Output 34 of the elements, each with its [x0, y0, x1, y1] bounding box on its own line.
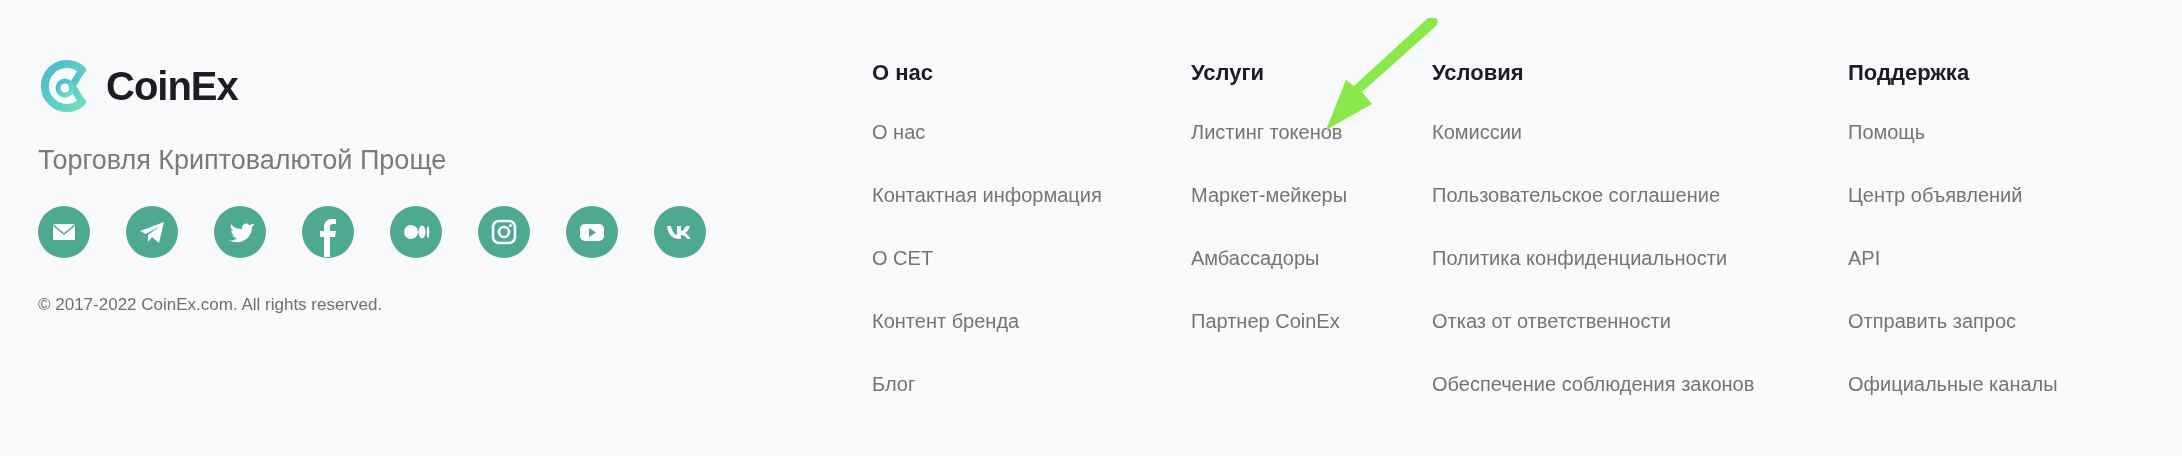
mail-icon[interactable] [38, 205, 90, 258]
footer-link[interactable]: Контент бренда [872, 307, 1020, 335]
footer-link[interactable]: Пользовательское соглашение [1432, 181, 1721, 209]
footer-link[interactable]: Маркет-мейкеры [1191, 181, 1348, 209]
tagline: Торговля Криптовалютой Проще [38, 144, 448, 177]
copyright-text: © 2017-2022 CoinEx.com. All rights reserved. [38, 293, 384, 316]
paper-plane-icon[interactable] [126, 205, 178, 258]
footer-link[interactable]: Отказ от ответственности [1432, 307, 1671, 335]
footer-link[interactable]: Официальные каналы [1848, 370, 2058, 398]
play-icon[interactable] [566, 205, 618, 258]
footer-link[interactable]: Контактная информация [872, 181, 1102, 209]
footer-link[interactable]: Центр объявлений [1848, 181, 2023, 209]
footer-link[interactable]: API [1848, 244, 1881, 272]
footer-link[interactable]: Амбассадоры [1191, 244, 1320, 272]
footer-link[interactable]: Помощь [1848, 118, 1926, 146]
footer-link[interactable]: О CET [872, 244, 934, 272]
footer-link[interactable]: О нас [872, 118, 926, 146]
footer-link[interactable]: Листинг токенов [1191, 118, 1343, 146]
medium-icon[interactable] [390, 205, 442, 258]
vk-icon[interactable] [654, 205, 706, 258]
camera-icon[interactable] [478, 205, 530, 258]
column-heading: О нас [872, 59, 933, 87]
footer-link[interactable]: Политика конфиденциальности [1432, 244, 1728, 272]
footer-link[interactable]: Отправить запрос [1848, 307, 2017, 335]
footer-link[interactable]: Партнер CoinEx [1191, 307, 1340, 335]
footer-link[interactable]: Комиссии [1432, 118, 1523, 146]
facebook-icon[interactable] [302, 205, 354, 258]
column-heading: Услуги [1191, 59, 1265, 87]
logo-text: CoinEx [106, 66, 238, 106]
column-heading: Условия [1432, 59, 1524, 87]
bird-icon[interactable] [214, 205, 266, 258]
column-heading: Поддержка [1848, 59, 1970, 87]
footer-link[interactable]: Обеспечение соблюдения законов [1432, 370, 1755, 398]
footer-link[interactable]: Блог [872, 370, 916, 398]
